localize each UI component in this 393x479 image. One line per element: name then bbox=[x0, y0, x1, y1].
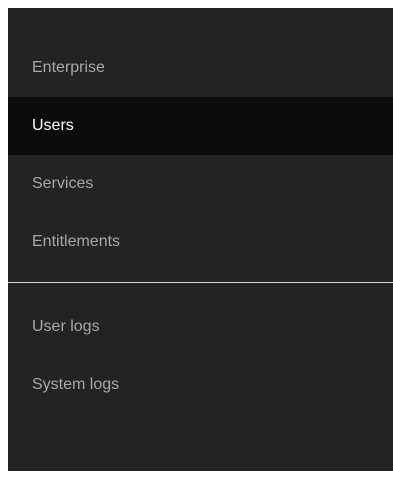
sidebar-item-services[interactable]: Services bbox=[8, 155, 393, 213]
sidebar-nav: Enterprise Users Services Entitlements U… bbox=[8, 8, 393, 471]
nav-group-main: Enterprise Users Services Entitlements bbox=[8, 39, 393, 271]
nav-divider bbox=[8, 282, 393, 283]
sidebar-item-entitlements[interactable]: Entitlements bbox=[8, 213, 393, 271]
sidebar-item-system-logs[interactable]: System logs bbox=[8, 356, 393, 414]
sidebar-item-user-logs[interactable]: User logs bbox=[8, 298, 393, 356]
sidebar-item-users[interactable]: Users bbox=[8, 97, 393, 155]
nav-group-logs: User logs System logs bbox=[8, 298, 393, 414]
sidebar-item-enterprise[interactable]: Enterprise bbox=[8, 39, 393, 97]
